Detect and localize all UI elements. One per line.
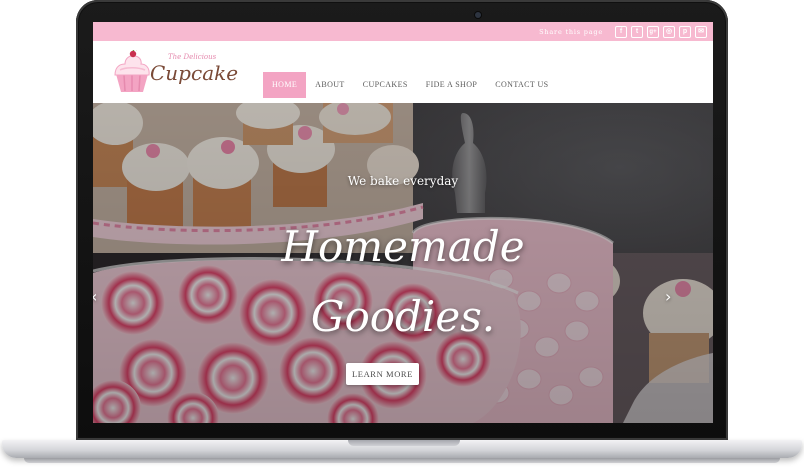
- laptop-base: [2, 440, 802, 458]
- nav-item-about[interactable]: ABOUT: [306, 72, 354, 98]
- laptop-foot: [24, 458, 780, 463]
- nav-item-cupcakes[interactable]: CUPCAKES: [354, 72, 417, 98]
- main-nav: HOME ABOUT CUPCAKES FIDE A SHOP CONTACT …: [263, 72, 557, 98]
- cupcake-icon: [114, 48, 150, 92]
- share-bar: Share this page f t g+ ◎ p ✉: [93, 22, 713, 41]
- pinterest-icon[interactable]: p: [679, 25, 691, 38]
- slider-prev-icon[interactable]: ‹: [93, 287, 97, 306]
- twitter-icon[interactable]: t: [631, 25, 643, 38]
- slider-next-icon[interactable]: ›: [665, 287, 671, 306]
- share-label: Share this page: [539, 27, 603, 36]
- website-screen: Share this page f t g+ ◎ p ✉ The Delicio…: [93, 22, 713, 423]
- nav-item-find-a-shop[interactable]: FIDE A SHOP: [417, 72, 487, 98]
- hero-kicker: We bake everyday: [347, 174, 459, 188]
- logo-name: Cupcake: [150, 61, 239, 85]
- logo-tagline: The Delicious: [168, 53, 217, 61]
- laptop-notch: [348, 440, 460, 446]
- instagram-icon[interactable]: ◎: [663, 25, 675, 38]
- hero-slider: We bake everyday Homemade Goodies. LEARN…: [93, 103, 713, 423]
- google-plus-icon[interactable]: g+: [647, 25, 659, 38]
- email-icon[interactable]: ✉: [695, 25, 707, 38]
- hero-title-line1: Homemade: [281, 222, 525, 271]
- facebook-icon[interactable]: f: [615, 25, 627, 38]
- site-header: The Delicious Cupcake HOME ABOUT CUPCAKE…: [93, 41, 713, 103]
- hero-title-line2: Goodies.: [310, 292, 496, 341]
- nav-item-home[interactable]: HOME: [263, 72, 307, 98]
- site-logo[interactable]: The Delicious Cupcake: [112, 48, 238, 96]
- webcam: [475, 12, 481, 18]
- nav-item-contact-us[interactable]: CONTACT US: [486, 72, 557, 98]
- learn-more-button[interactable]: LEARN MORE: [346, 363, 419, 385]
